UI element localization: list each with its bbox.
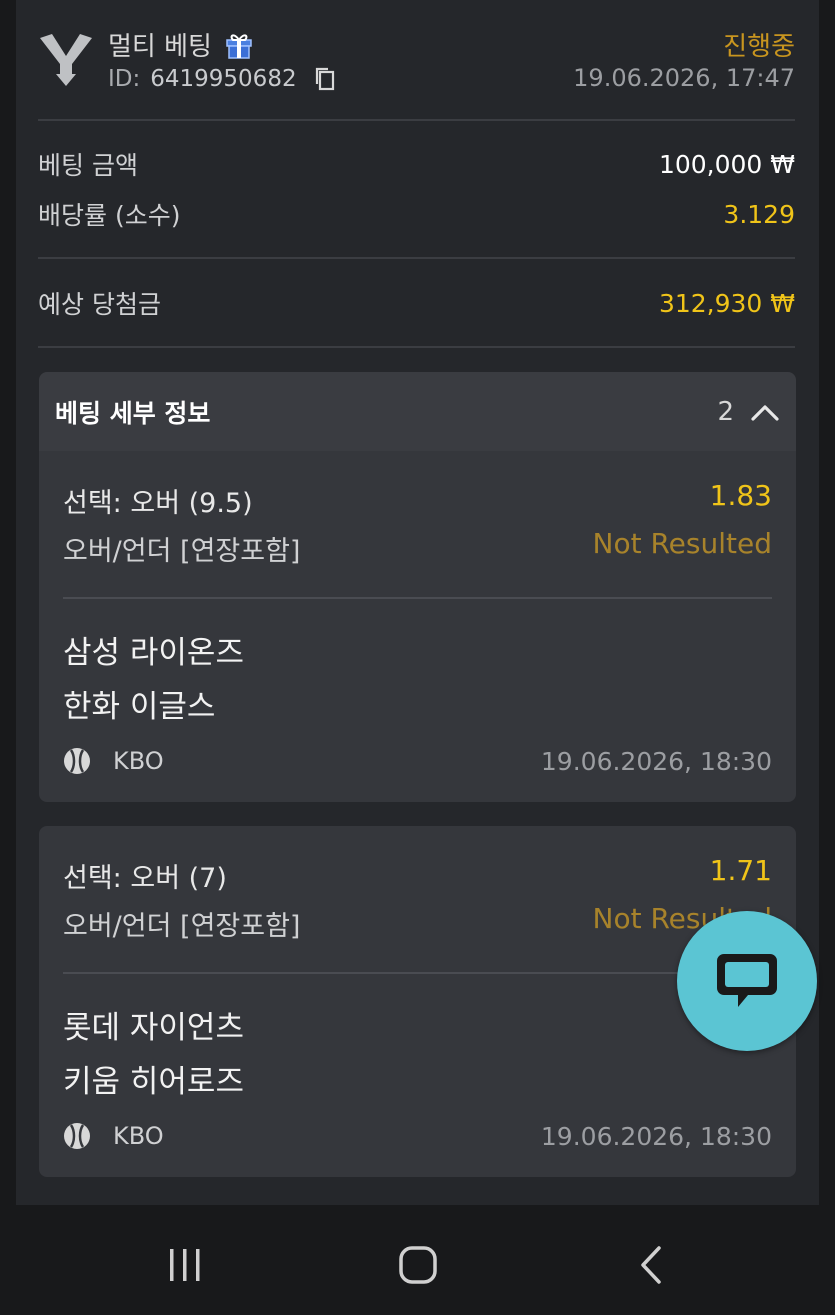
chevron-up-icon	[751, 404, 779, 421]
home-team: 삼성 라이온즈	[63, 635, 244, 671]
away-team: 키움 히어로즈	[63, 1064, 244, 1100]
gift-icon	[226, 33, 252, 59]
league-name: KBO	[113, 747, 164, 775]
selection-odds: 1.83	[709, 479, 772, 512]
copy-icon[interactable]	[313, 66, 337, 92]
odds-row: 배당률 (소수) 3.129	[38, 196, 795, 232]
selection-result: Not Resulted	[592, 527, 772, 560]
stake-value: 100,000 ₩	[658, 149, 795, 179]
selection-market: 오버/언더 [연장포함]	[63, 536, 301, 567]
recent-apps-button[interactable]	[155, 1235, 215, 1295]
divider	[38, 119, 795, 121]
stake-label: 베팅 금액	[38, 151, 138, 180]
bet-header: 멀티 베팅 ID: 6419950682 진행중 19.06.2026, 17:…	[38, 24, 795, 96]
divider	[38, 346, 795, 348]
selection-pick: 선택: 오버 (9.5)	[63, 488, 253, 519]
recent-apps-icon	[170, 1249, 200, 1281]
bet-details-toggle[interactable]: 베팅 세부 정보 2	[39, 372, 796, 451]
selection-market: 오버/언더 [연장포함]	[63, 911, 301, 942]
selection-odds: 1.71	[709, 854, 772, 887]
baseball-icon	[64, 748, 90, 774]
chat-icon	[717, 954, 777, 1007]
bet-id-label: ID:	[108, 66, 141, 92]
odds-value: 3.129	[723, 199, 795, 229]
bet-datetime: 19.06.2026, 17:47	[573, 64, 795, 92]
selection-count: 2	[717, 396, 734, 427]
home-button[interactable]	[388, 1235, 448, 1295]
bet-type: 멀티 베팅	[108, 26, 254, 63]
payout-value: 312,930 ₩	[658, 288, 795, 318]
league: KBO	[63, 747, 164, 775]
baseball-icon	[64, 1123, 90, 1149]
league-name: KBO	[113, 1122, 164, 1150]
stake-row: 베팅 금액 100,000 ₩	[38, 146, 795, 182]
chat-button[interactable]	[677, 911, 817, 1051]
divider	[38, 257, 795, 259]
divider	[63, 597, 772, 599]
logo-icon	[40, 34, 92, 86]
back-button[interactable]	[622, 1235, 682, 1295]
bet-status: 진행중	[723, 32, 795, 62]
system-nav-bar	[0, 1205, 835, 1315]
away-team: 한화 이글스	[63, 689, 216, 725]
event-start-time: 19.06.2026, 18:30	[540, 747, 772, 776]
back-icon	[641, 1246, 661, 1284]
odds-label: 배당률 (소수)	[38, 201, 181, 230]
bet-id-value: 6419950682	[150, 66, 297, 92]
bet-type-label: 멀티 베팅	[108, 32, 212, 62]
bet-details-title: 베팅 세부 정보	[55, 398, 211, 428]
bet-id: ID: 6419950682	[108, 66, 337, 92]
payout-row: 예상 당첨금 312,930 ₩	[38, 285, 795, 321]
home-team: 롯데 자이언츠	[63, 1010, 244, 1046]
event-start-time: 19.06.2026, 18:30	[540, 1122, 772, 1151]
selection-pick: 선택: 오버 (7)	[63, 863, 227, 894]
divider	[63, 972, 772, 974]
league: KBO	[63, 1122, 164, 1150]
selection-card: 선택: 오버 (9.5) 1.83 오버/언더 [연장포함] Not Resul…	[39, 451, 796, 802]
home-icon	[399, 1246, 437, 1284]
payout-label: 예상 당첨금	[38, 290, 161, 319]
